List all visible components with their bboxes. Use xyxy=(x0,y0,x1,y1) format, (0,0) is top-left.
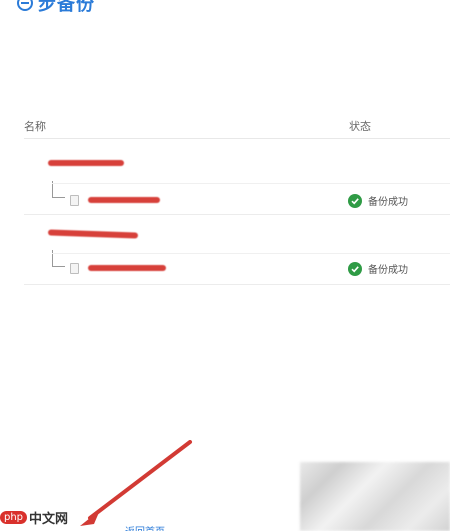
status-cell: 备份成功 xyxy=(348,261,408,276)
check-icon xyxy=(348,261,362,276)
file-icon xyxy=(70,195,79,206)
column-header-status: 状态 xyxy=(349,120,371,133)
check-icon xyxy=(348,193,362,208)
watermark: php 中文网 xyxy=(0,508,68,527)
brand-logo-icon xyxy=(17,0,33,11)
watermark-text: 中文网 xyxy=(29,512,69,527)
blurred-image-region xyxy=(300,462,450,531)
table-header xyxy=(24,108,450,139)
status-cell: 备份成功 xyxy=(348,193,408,208)
status-text: 备份成功 xyxy=(368,265,408,276)
pointer-arrow-icon xyxy=(80,440,192,526)
row-divider xyxy=(52,253,450,254)
column-header-name: 名称 xyxy=(24,120,46,133)
file-icon xyxy=(70,263,79,274)
status-text: 备份成功 xyxy=(368,197,408,208)
app-title: 步备份 xyxy=(38,0,95,15)
redacted-file-name[interactable] xyxy=(88,197,160,203)
backup-page: 步备份 名称 状态 备份成功 备份成功 php 中文网 xyxy=(0,0,450,531)
watermark-badge: php xyxy=(0,511,28,524)
brand-header: 步备份 xyxy=(16,0,95,16)
return-home-link[interactable]: 返回首页 xyxy=(125,523,165,531)
row-divider xyxy=(52,183,450,184)
redacted-file-name[interactable] xyxy=(88,265,166,271)
redacted-group-name xyxy=(48,160,124,166)
